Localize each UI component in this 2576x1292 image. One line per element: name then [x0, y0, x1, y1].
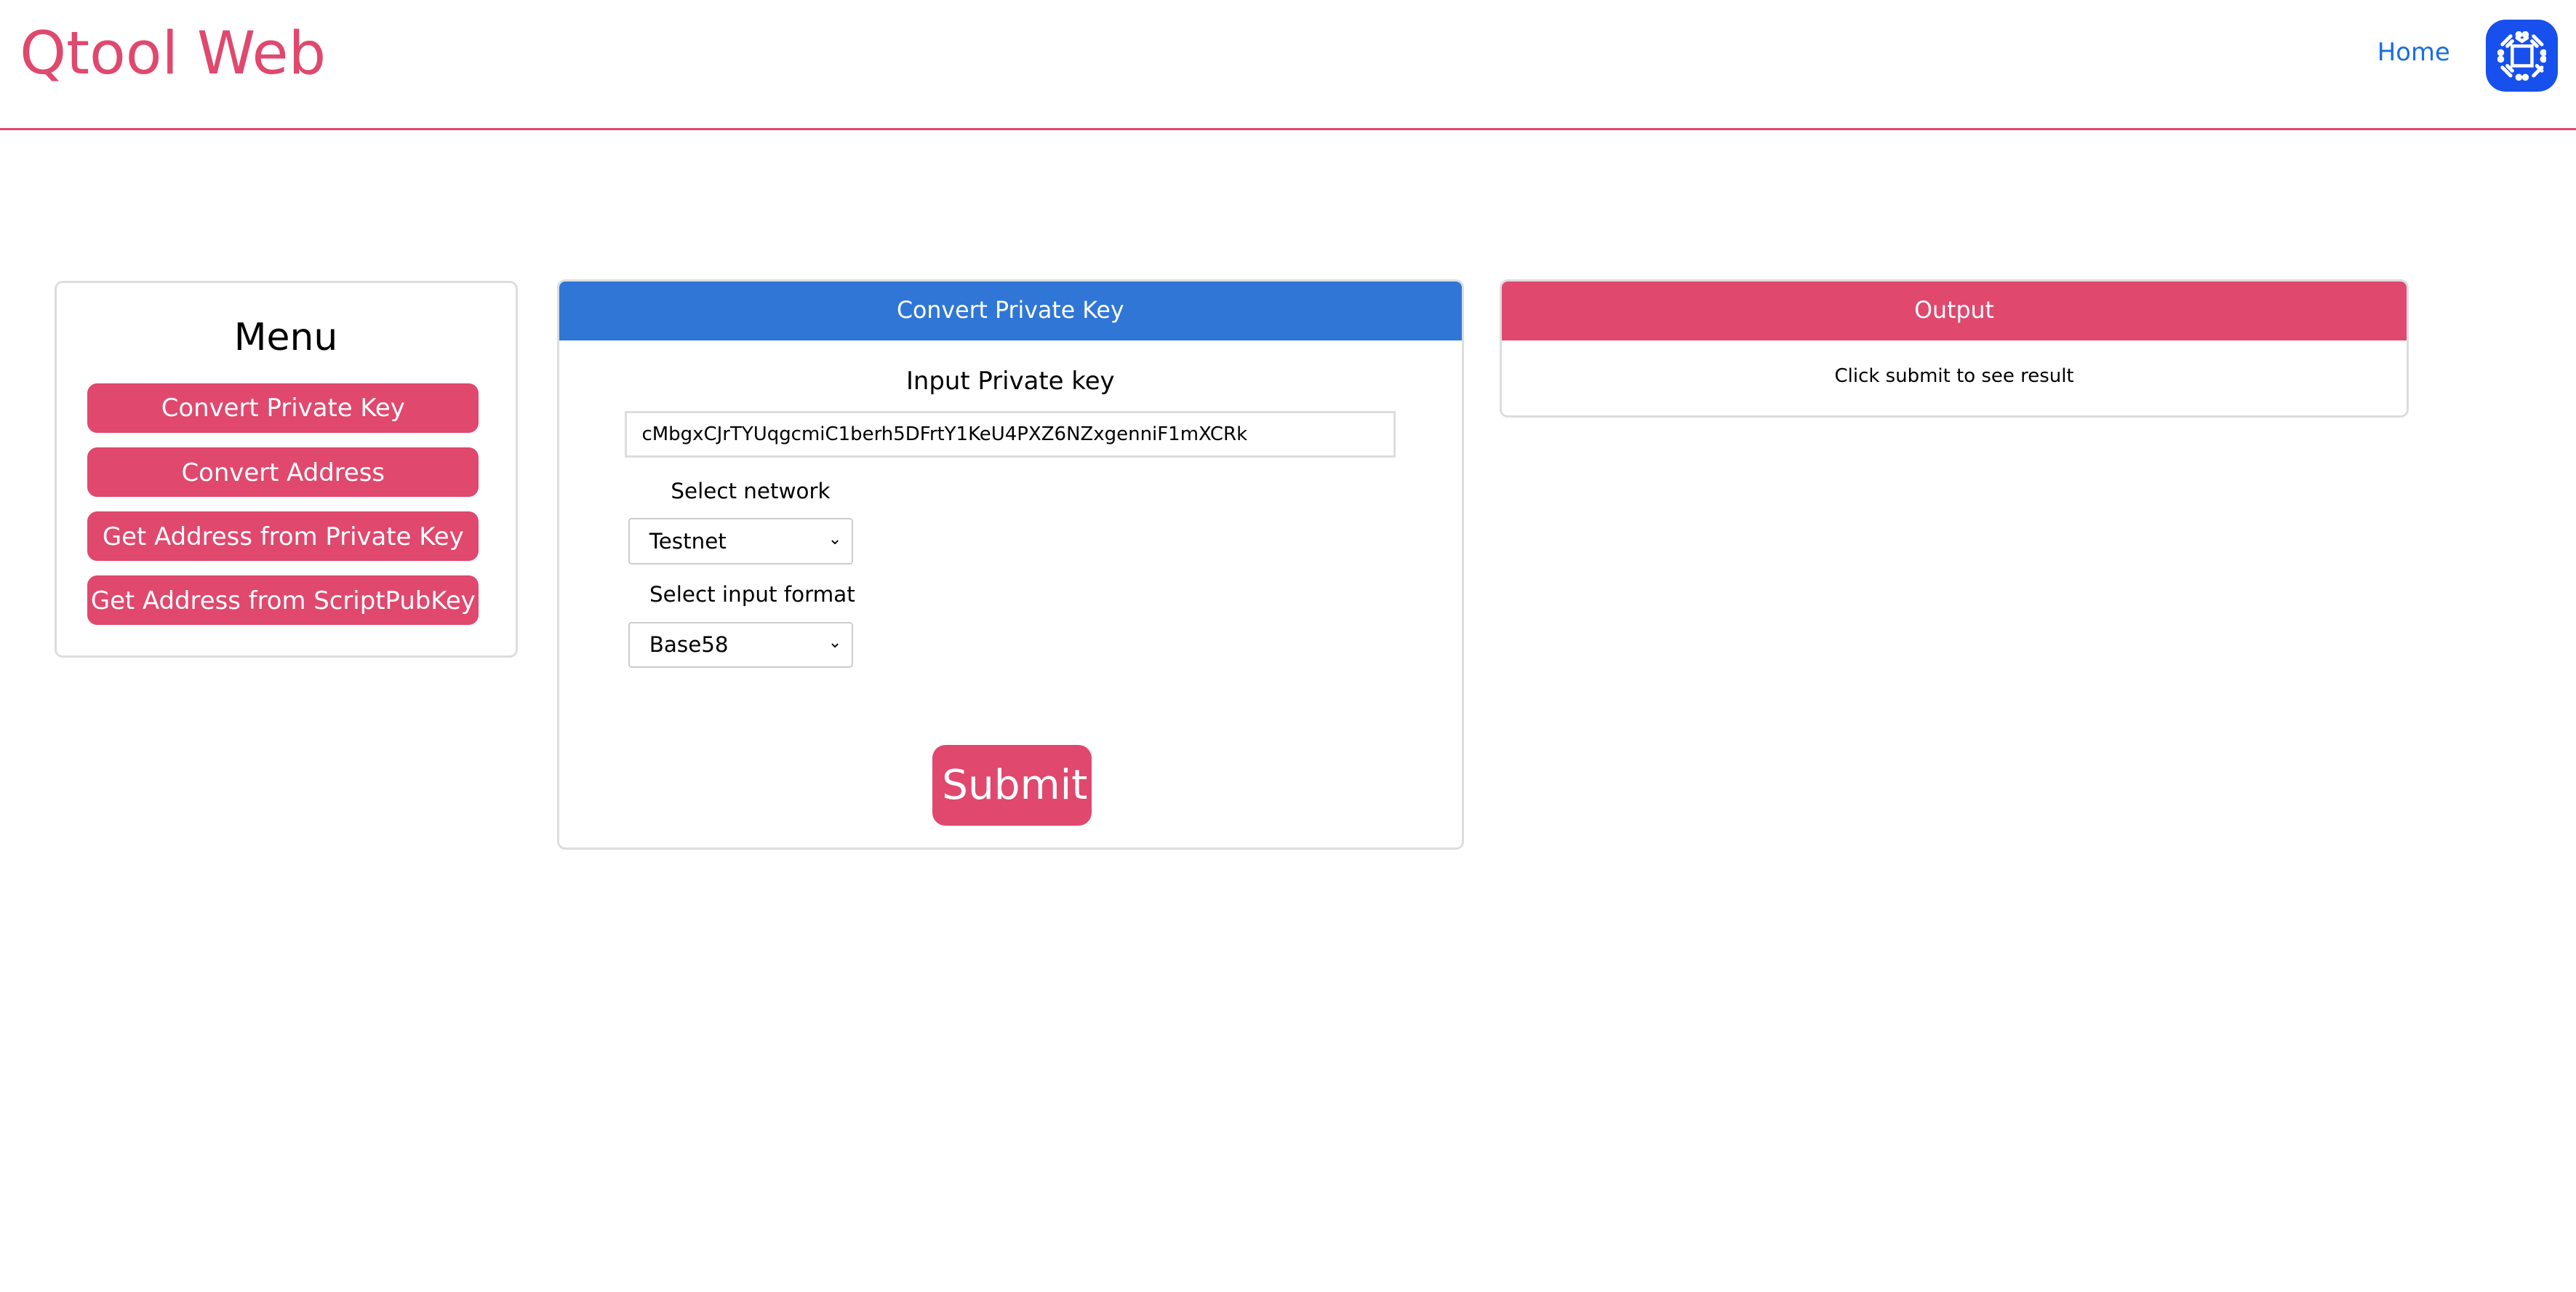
output-card: Output Click submit to see result — [1500, 279, 2409, 418]
menu-address-from-private-key-button[interactable]: Get Address from Private Key — [87, 511, 479, 562]
chevron-down-icon: ⌄ — [828, 633, 842, 653]
menu-title: Menu — [233, 316, 338, 360]
format-select[interactable]: Base58 ⌄ — [628, 621, 854, 668]
menu-convert-address-button[interactable]: Convert Address — [87, 447, 479, 497]
network-select-value: Testnet — [649, 528, 727, 554]
app-title: Qtool Web — [20, 20, 327, 89]
home-link[interactable]: Home — [2377, 38, 2450, 66]
menu-card: Menu Convert Private Key Convert Address… — [54, 281, 518, 658]
menu-convert-private-key-button[interactable]: Convert Private Key — [87, 383, 479, 433]
chevron-down-icon: ⌄ — [828, 529, 842, 549]
submit-button[interactable]: Submit — [932, 745, 1092, 826]
output-header: Output — [1502, 282, 2407, 341]
network-select[interactable]: Testnet ⌄ — [628, 518, 854, 565]
header: Qtool Web Home — [0, 0, 2576, 131]
menu-address-from-scriptpubkey-button[interactable]: Get Address from ScriptPubKey — [87, 575, 479, 626]
qtum-logo-icon[interactable] — [2485, 20, 2559, 92]
select-format-label: Select input format — [649, 582, 855, 607]
select-network-label: Select network — [671, 479, 831, 504]
input-private-key-label: Input Private key — [905, 367, 1115, 396]
output-message: Click submit to see result — [1834, 365, 2074, 388]
convert-private-key-card: Convert Private Key Input Private key Se… — [556, 279, 1464, 850]
format-select-value: Base58 — [649, 632, 729, 658]
card-header: Convert Private Key — [559, 282, 1462, 341]
private-key-input[interactable] — [625, 411, 1396, 458]
